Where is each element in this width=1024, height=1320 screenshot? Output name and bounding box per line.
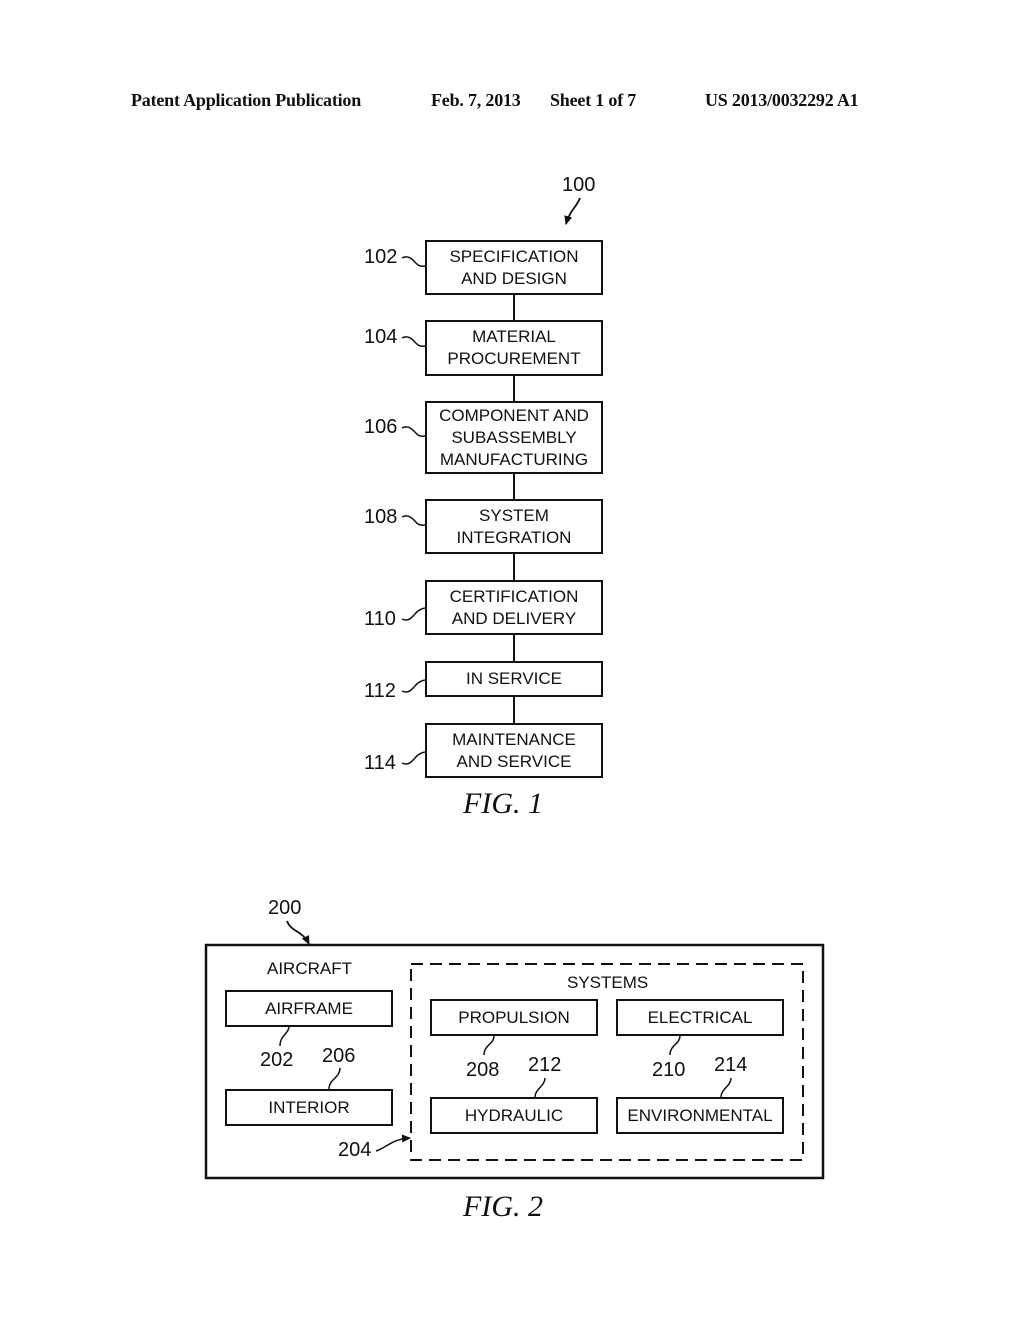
- ref-208: 208: [466, 1059, 500, 1081]
- propulsion-box: PROPULSION: [430, 999, 598, 1036]
- leader-112: [401, 679, 427, 693]
- ref-106: 106: [364, 416, 398, 438]
- step-line: MAINTENANCE: [452, 729, 576, 749]
- ref-214: 214: [714, 1054, 748, 1076]
- ref-108: 108: [364, 506, 398, 528]
- arrow-204: [375, 1134, 411, 1152]
- leader-110: [401, 607, 427, 621]
- figure-2-caption: FIG. 2: [463, 1190, 543, 1223]
- electrical-label: ELECTRICAL: [647, 1007, 753, 1027]
- leader-104: [401, 336, 427, 347]
- ref-202: 202: [260, 1049, 294, 1071]
- step-in-service: IN SERVICE: [425, 661, 603, 697]
- step-line: SPECIFICATION: [449, 246, 579, 266]
- step-line: MATERIAL: [472, 327, 556, 346]
- ref-200: 200: [268, 897, 302, 919]
- environmental-box: ENVIRONMENTAL: [616, 1097, 784, 1134]
- leader-206: [328, 1067, 341, 1090]
- step-line: COMPONENT AND: [439, 405, 589, 425]
- step-line: AND SERVICE: [456, 751, 572, 771]
- leader-114: [401, 751, 427, 765]
- leader-214: [720, 1077, 732, 1098]
- leader-208: [483, 1035, 495, 1056]
- leader-202: [279, 1025, 290, 1047]
- leader-106: [401, 426, 427, 437]
- step-certification-and-delivery: CERTIFICATION AND DELIVERY: [425, 580, 603, 635]
- ref-112: 112: [364, 680, 396, 702]
- figure-1-caption: FIG. 1: [463, 787, 543, 820]
- leader-102: [401, 256, 427, 267]
- electrical-box: ELECTRICAL: [616, 999, 784, 1036]
- arrow-200: [286, 920, 310, 945]
- ref-204: 204: [338, 1139, 372, 1161]
- step-material-procurement: MATERIAL PROCUREMENT: [425, 320, 603, 376]
- leader-210: [669, 1035, 681, 1056]
- step-component-subassembly-manufacturing: COMPONENT AND SUBASSEMBLY MANUFACTURING: [425, 401, 603, 474]
- arrow-100: [564, 197, 581, 225]
- step-line: SYSTEM: [479, 505, 549, 525]
- airframe-label: AIRFRAME: [265, 998, 353, 1018]
- ref-102: 102: [364, 246, 398, 268]
- ref-210: 210: [652, 1059, 686, 1081]
- propulsion-label: PROPULSION: [458, 1007, 570, 1027]
- hydraulic-box: HYDRAULIC: [430, 1097, 598, 1134]
- step-line: PROCUREMENT: [447, 349, 581, 368]
- ref-100: 100: [562, 174, 596, 196]
- step-system-integration: SYSTEM INTEGRATION: [425, 499, 603, 554]
- ref-206: 206: [322, 1045, 356, 1067]
- leader-108: [401, 515, 427, 526]
- step-line: SUBASSEMBLY: [451, 427, 577, 447]
- step-specification-and-design: SPECIFICATION AND DESIGN: [425, 240, 603, 295]
- ref-110: 110: [364, 608, 396, 630]
- step-line: CERTIFICATION: [449, 586, 579, 606]
- environmental-label: ENVIRONMENTAL: [627, 1105, 773, 1125]
- ref-212: 212: [528, 1054, 562, 1076]
- step-line: IN SERVICE: [465, 669, 563, 688]
- ref-104: 104: [364, 326, 398, 348]
- aircraft-label: AIRCRAFT: [267, 959, 352, 978]
- airframe-box: AIRFRAME: [225, 990, 393, 1027]
- interior-label: INTERIOR: [268, 1097, 350, 1117]
- leader-212: [534, 1077, 546, 1098]
- ref-114: 114: [364, 752, 396, 774]
- step-line: AND DELIVERY: [451, 608, 577, 628]
- systems-label: SYSTEMS: [567, 973, 649, 992]
- step-line: INTEGRATION: [456, 527, 572, 547]
- step-maintenance-and-service: MAINTENANCE AND SERVICE: [425, 723, 603, 778]
- hydraulic-label: HYDRAULIC: [464, 1105, 564, 1125]
- interior-box: INTERIOR: [225, 1089, 393, 1126]
- step-line: AND DESIGN: [461, 268, 567, 288]
- step-line: MANUFACTURING: [439, 449, 589, 469]
